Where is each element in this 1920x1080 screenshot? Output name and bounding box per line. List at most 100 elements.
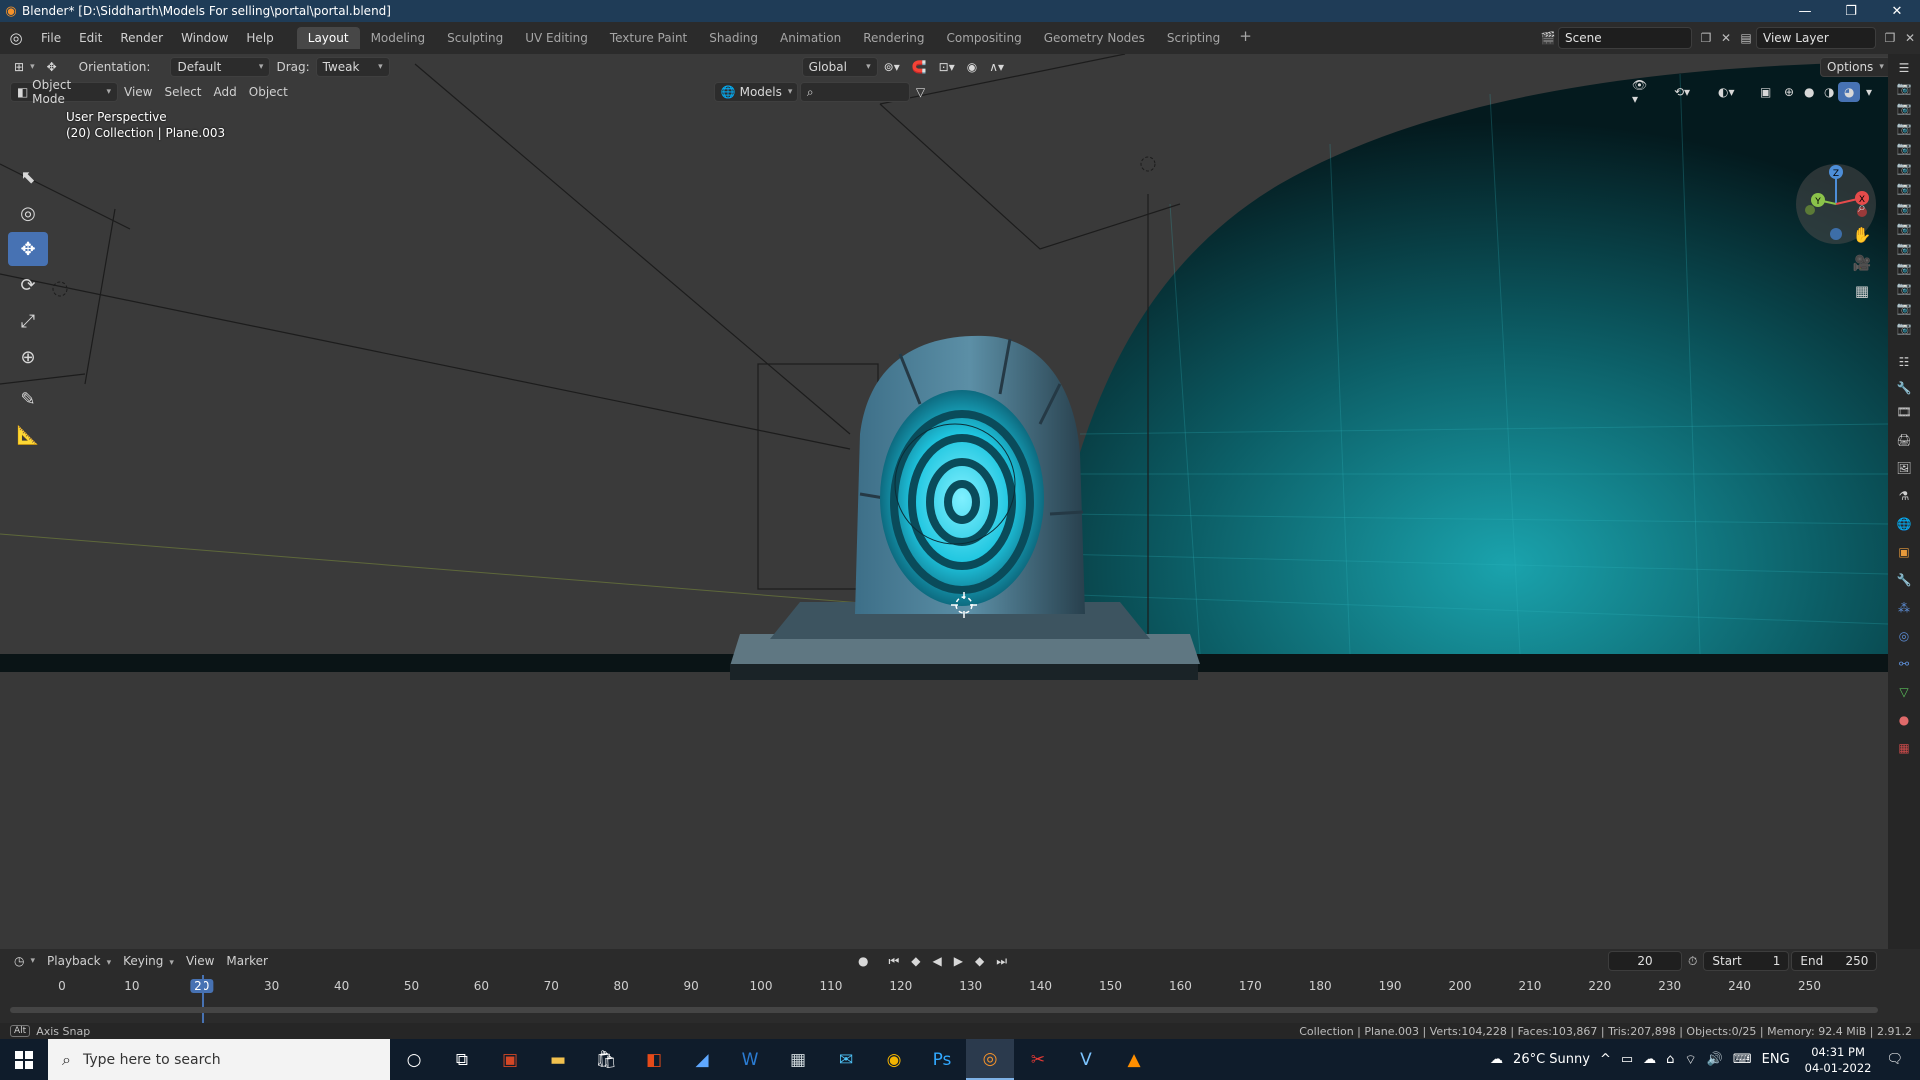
view-layer-browse-icon[interactable]: ▤ bbox=[1736, 28, 1756, 48]
snap-target-icon[interactable]: ⊡▾ bbox=[933, 57, 961, 77]
tab-modeling[interactable]: Modeling bbox=[360, 27, 437, 49]
chrome-icon[interactable]: ◉ bbox=[870, 1039, 918, 1080]
drag-dropdown[interactable]: Tweak ▾ bbox=[315, 57, 390, 77]
editor-type-icon[interactable]: ⊞ ▾ bbox=[8, 57, 41, 77]
measure-tool-icon[interactable]: 📐 bbox=[8, 418, 48, 452]
powerpoint-icon[interactable]: ▣ bbox=[486, 1039, 534, 1080]
keyboard-icon[interactable]: ⌨ bbox=[1728, 1052, 1757, 1067]
blender-taskbar-icon[interactable]: ◎ bbox=[966, 1039, 1014, 1080]
render-properties-icon[interactable]: 🎞 bbox=[1888, 398, 1920, 426]
camera-visibility-icon[interactable]: 📷 bbox=[1888, 278, 1920, 298]
properties-editor-icon[interactable]: ☷ bbox=[1888, 352, 1920, 372]
menu-window[interactable]: Window bbox=[172, 31, 237, 45]
camera-visibility-icon[interactable]: 📷 bbox=[1888, 258, 1920, 278]
office-icon[interactable]: ◧ bbox=[630, 1039, 678, 1080]
tab-sculpting[interactable]: Sculpting bbox=[436, 27, 514, 49]
scale-tool-icon[interactable]: ⤢ bbox=[8, 304, 48, 338]
scene-name-field[interactable]: Scene bbox=[1558, 27, 1692, 49]
options-dropdown[interactable]: Options ▾ bbox=[1820, 57, 1888, 77]
jump-keyframe-forward-icon[interactable]: ◆ bbox=[969, 951, 990, 971]
microsoft-store-icon[interactable]: 🛍 bbox=[582, 1039, 630, 1080]
delete-scene-icon[interactable]: ✕ bbox=[1716, 28, 1736, 48]
tab-uv-editing[interactable]: UV Editing bbox=[514, 27, 599, 49]
camera-view-icon[interactable]: 🎥 bbox=[1848, 250, 1876, 276]
data-properties-icon[interactable]: ▽ bbox=[1888, 678, 1920, 706]
annotate-tool-icon[interactable]: ✎ bbox=[8, 382, 48, 416]
camera-visibility-icon[interactable]: 📷 bbox=[1888, 198, 1920, 218]
output-properties-icon[interactable]: 🖨 bbox=[1888, 426, 1920, 454]
tab-scripting[interactable]: Scripting bbox=[1156, 27, 1231, 49]
delete-view-layer-icon[interactable]: ✕ bbox=[1900, 28, 1920, 48]
weather-icon[interactable]: ☁ bbox=[1485, 1052, 1508, 1067]
camera-visibility-icon[interactable]: 📷 bbox=[1888, 138, 1920, 158]
snap-icon[interactable]: 🧲 bbox=[906, 57, 933, 77]
tool-properties-icon[interactable]: 🔧 bbox=[1888, 378, 1920, 398]
minimize-button[interactable]: — bbox=[1782, 0, 1828, 22]
3d-viewport[interactable]: ⊞ ▾ ✥ Orientation: Default ▾ Drag: Tweak ▾ … bbox=[0, 54, 1888, 949]
clock[interactable]: 04:31 PM 04-01-2022 bbox=[1805, 1044, 1872, 1076]
world-properties-icon[interactable]: 🌐 bbox=[1888, 510, 1920, 538]
menu-help[interactable]: Help bbox=[237, 31, 282, 45]
menu-add[interactable]: Add bbox=[208, 85, 243, 99]
windows-start-icon[interactable] bbox=[0, 1039, 48, 1080]
camera-visibility-icon[interactable]: 📷 bbox=[1888, 238, 1920, 258]
new-view-layer-icon[interactable]: ❐ bbox=[1880, 28, 1900, 48]
visibility-icon[interactable]: 👁▾ bbox=[1626, 78, 1653, 106]
notification-icon[interactable]: 🗨 bbox=[1881, 1052, 1908, 1067]
cursor-tool-icon[interactable]: ◎ bbox=[8, 196, 48, 230]
usb-icon[interactable]: ⌂ bbox=[1661, 1052, 1679, 1067]
snipping-icon[interactable]: ✂ bbox=[1014, 1039, 1062, 1080]
camera-visibility-icon[interactable]: 📷 bbox=[1888, 98, 1920, 118]
outliner-icon[interactable]: ☰ bbox=[1888, 58, 1920, 78]
asset-search-input[interactable]: ⌕ bbox=[799, 82, 910, 102]
constraint-properties-icon[interactable]: ⚯ bbox=[1888, 650, 1920, 678]
tab-layout[interactable]: Layout bbox=[296, 27, 360, 49]
onedrive-icon[interactable]: ☁ bbox=[1638, 1052, 1661, 1067]
texture-properties-icon[interactable]: ▦ bbox=[1888, 734, 1920, 762]
select-box-tool-icon[interactable]: ⬉ bbox=[8, 160, 48, 194]
jump-end-icon[interactable]: ⏭ bbox=[990, 951, 1013, 971]
material-properties-icon[interactable]: ● bbox=[1888, 706, 1920, 734]
pan-hand-icon[interactable]: ✋ bbox=[1848, 222, 1876, 248]
timeline-editor-type-icon[interactable]: ◷ ▾ bbox=[8, 951, 41, 971]
play-reverse-icon[interactable]: ◀ bbox=[927, 951, 948, 971]
physics-properties-icon[interactable]: ◎ bbox=[1888, 622, 1920, 650]
language-indicator[interactable]: ENG bbox=[1757, 1052, 1795, 1067]
overlay-toggle-icon[interactable]: ◐▾ bbox=[1712, 82, 1741, 102]
camera-visibility-icon[interactable]: 📷 bbox=[1888, 158, 1920, 178]
move-tool-icon[interactable]: ✥ bbox=[8, 232, 48, 266]
task-view-icon[interactable]: ⧉ bbox=[438, 1039, 486, 1080]
asset-library-dropdown[interactable]: 🌐 Models ▾ bbox=[713, 82, 798, 102]
camera-visibility-icon[interactable]: 📷 bbox=[1888, 298, 1920, 318]
menu-edit[interactable]: Edit bbox=[70, 31, 111, 45]
keying-menu[interactable]: Keying ▾ bbox=[117, 954, 180, 968]
transform-orientation-dropdown[interactable]: Global ▾ bbox=[801, 57, 878, 77]
tab-animation[interactable]: Animation bbox=[769, 27, 852, 49]
marker-menu[interactable]: Marker bbox=[220, 954, 273, 968]
playback-menu[interactable]: Playback ▾ bbox=[41, 954, 117, 968]
playhead[interactable] bbox=[202, 975, 204, 1023]
shading-options-icon[interactable]: ▾ bbox=[1860, 82, 1878, 102]
wireframe-shading-icon[interactable]: ⊕ bbox=[1778, 82, 1800, 102]
scene-browse-icon[interactable]: 🎬 bbox=[1538, 28, 1558, 48]
rendered-shading-icon[interactable]: ◕ bbox=[1838, 82, 1861, 102]
tab-texture-paint[interactable]: Texture Paint bbox=[599, 27, 698, 49]
camera-visibility-icon[interactable]: 📷 bbox=[1888, 218, 1920, 238]
vlc-icon[interactable]: ▲ bbox=[1110, 1039, 1158, 1080]
timeline-view-menu[interactable]: View bbox=[180, 954, 220, 968]
wifi-icon[interactable]: ⌔ bbox=[1679, 1052, 1701, 1068]
scene-properties-icon[interactable]: ⚗ bbox=[1888, 482, 1920, 510]
chevron-up-icon[interactable]: ^ bbox=[1595, 1052, 1616, 1067]
falloff-icon[interactable]: ∧▾ bbox=[983, 57, 1010, 77]
camera-visibility-icon[interactable]: 📷 bbox=[1888, 118, 1920, 138]
play-icon[interactable]: ▶ bbox=[948, 951, 969, 971]
jump-start-icon[interactable]: ⏮ bbox=[882, 951, 905, 971]
menu-render[interactable]: Render bbox=[111, 31, 172, 45]
tab-geometry-nodes[interactable]: Geometry Nodes bbox=[1033, 27, 1156, 49]
word-icon[interactable]: W bbox=[726, 1039, 774, 1080]
network-device-icon[interactable]: ▭ bbox=[1616, 1052, 1638, 1067]
start-frame-field[interactable]: Start 1 bbox=[1703, 951, 1790, 971]
menu-view[interactable]: View bbox=[118, 85, 158, 99]
taskbar-search-input[interactable]: ⌕ Type here to search bbox=[48, 1039, 390, 1080]
vpn-icon[interactable]: V bbox=[1062, 1039, 1110, 1080]
